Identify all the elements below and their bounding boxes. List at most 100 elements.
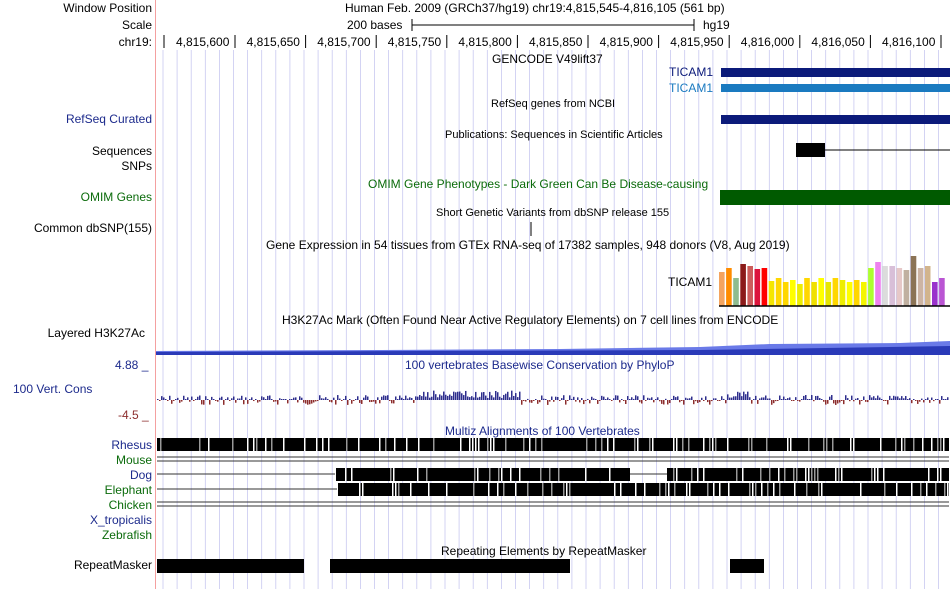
gtex-tissue-bar xyxy=(790,280,796,306)
gencode-gene-label-1[interactable]: TICAM1 xyxy=(669,65,713,79)
cons-bar xyxy=(461,393,463,400)
gtex-gene-label[interactable]: TICAM1 xyxy=(668,275,712,289)
cons-bar xyxy=(207,399,209,400)
alignment-gap xyxy=(832,438,834,451)
cons-bar xyxy=(387,395,389,400)
gtex-title: Gene Expression in 54 tissues from GTEx … xyxy=(266,238,790,252)
cons-bar xyxy=(667,400,669,405)
species-rhesus[interactable]: Rhesus xyxy=(111,438,152,452)
species-chicken[interactable]: Chicken xyxy=(109,498,152,512)
cons-bar xyxy=(237,398,239,400)
cons-bar xyxy=(679,400,681,403)
alignment-gap xyxy=(818,483,820,496)
cons-bar xyxy=(813,400,815,402)
cons-bar xyxy=(171,400,173,404)
dbsnp-label[interactable]: Common dbSNP(155) xyxy=(34,221,152,235)
cons-bar xyxy=(193,400,195,401)
cons-bar xyxy=(827,400,829,404)
cons-bar xyxy=(541,395,543,400)
cons-bar xyxy=(517,397,519,400)
cons-bar xyxy=(423,391,425,400)
cons-bar xyxy=(453,391,455,400)
gencode-gene-bar xyxy=(721,84,950,92)
cons-bar xyxy=(635,395,637,400)
alignment-gap xyxy=(940,438,942,451)
alignment-gap xyxy=(707,483,709,496)
cons-bar xyxy=(629,399,631,400)
cons-bar xyxy=(945,399,947,400)
cons-bar xyxy=(269,395,271,400)
cons-bar xyxy=(769,398,771,400)
cons-bar xyxy=(771,400,773,405)
gtex-tissue-bar xyxy=(839,280,846,306)
species-dog[interactable]: Dog xyxy=(130,468,152,482)
cons-bar xyxy=(561,398,563,400)
cons-bar xyxy=(941,396,943,400)
repeatmasker-label[interactable]: RepeatMasker xyxy=(74,558,152,572)
cons-bar xyxy=(441,395,443,400)
alignment-gap xyxy=(935,483,937,496)
species-elephant[interactable]: Elephant xyxy=(105,483,152,497)
cons-bar xyxy=(391,400,393,404)
cons-bar xyxy=(283,399,285,400)
cons-bar xyxy=(665,398,667,400)
gtex-tissue-bar xyxy=(768,281,775,306)
cons-bar xyxy=(235,400,237,403)
cons-bar xyxy=(631,397,633,400)
alignment-gap xyxy=(232,438,234,451)
h3k27ac-label[interactable]: Layered H3K27Ac xyxy=(48,326,145,340)
ruler-tick-label: 4,815,850 xyxy=(529,35,583,49)
omim-label[interactable]: OMIM Genes xyxy=(81,190,152,204)
alignment-gap xyxy=(469,438,471,451)
cons-bar xyxy=(185,399,187,400)
cons-bar xyxy=(811,395,813,400)
cons-bar xyxy=(669,400,671,404)
cons-bar xyxy=(545,399,547,400)
alignment-gap xyxy=(751,438,753,451)
cons-bar xyxy=(623,400,625,401)
cons-bar xyxy=(195,399,197,400)
species-zebrafish[interactable]: Zebrafish xyxy=(102,528,152,542)
alignment-gap xyxy=(937,468,939,481)
alignment-gap xyxy=(426,468,428,481)
cons-bar xyxy=(663,400,665,405)
cons-bar xyxy=(317,400,319,401)
alignment-gap xyxy=(398,483,400,496)
refseq-label[interactable]: RefSeq Curated xyxy=(66,112,152,126)
cons-bar xyxy=(915,400,917,401)
cons-bar xyxy=(179,400,181,403)
gtex-tissue-bar xyxy=(832,278,839,306)
window-position-value[interactable]: Human Feb. 2009 (GRCh37/hg19) chr19:4,81… xyxy=(345,1,725,15)
alignment-gap xyxy=(926,483,928,496)
gtex-tissue-bar xyxy=(882,266,888,306)
alignment-gap xyxy=(474,468,476,481)
cons-bar xyxy=(735,396,737,400)
alignment-gap xyxy=(821,483,823,496)
alignment-gap xyxy=(566,483,568,496)
alignment-gap xyxy=(676,438,678,451)
alignment-gap xyxy=(703,468,705,481)
snps-label[interactable]: SNPs xyxy=(121,159,152,173)
sequences-label[interactable]: Sequences xyxy=(92,144,152,158)
cons-bar xyxy=(601,395,603,400)
cons-bar xyxy=(357,396,359,400)
species-x-tropicalis[interactable]: X_tropicalis xyxy=(90,513,152,527)
cons-bar xyxy=(275,400,277,402)
cons-bar xyxy=(675,397,677,400)
cons-bar xyxy=(443,391,445,400)
cons-bar xyxy=(449,394,451,400)
alignment-gap xyxy=(860,483,862,496)
cons-bar xyxy=(879,397,881,400)
cons-bar xyxy=(521,400,523,405)
alignment-gap xyxy=(265,438,267,451)
alignment-gap xyxy=(752,483,754,496)
alignment-gap xyxy=(883,468,885,481)
species-mouse[interactable]: Mouse xyxy=(116,453,152,467)
gencode-gene-label-2[interactable]: TICAM1 xyxy=(669,81,713,95)
cons-bar xyxy=(599,400,601,401)
cons-bar xyxy=(481,392,483,400)
cons-label[interactable]: 100 Vert. Cons xyxy=(13,382,92,396)
cons-bar xyxy=(523,400,525,401)
gtex-tissue-bar xyxy=(775,278,782,306)
alignment-gap xyxy=(727,438,729,451)
